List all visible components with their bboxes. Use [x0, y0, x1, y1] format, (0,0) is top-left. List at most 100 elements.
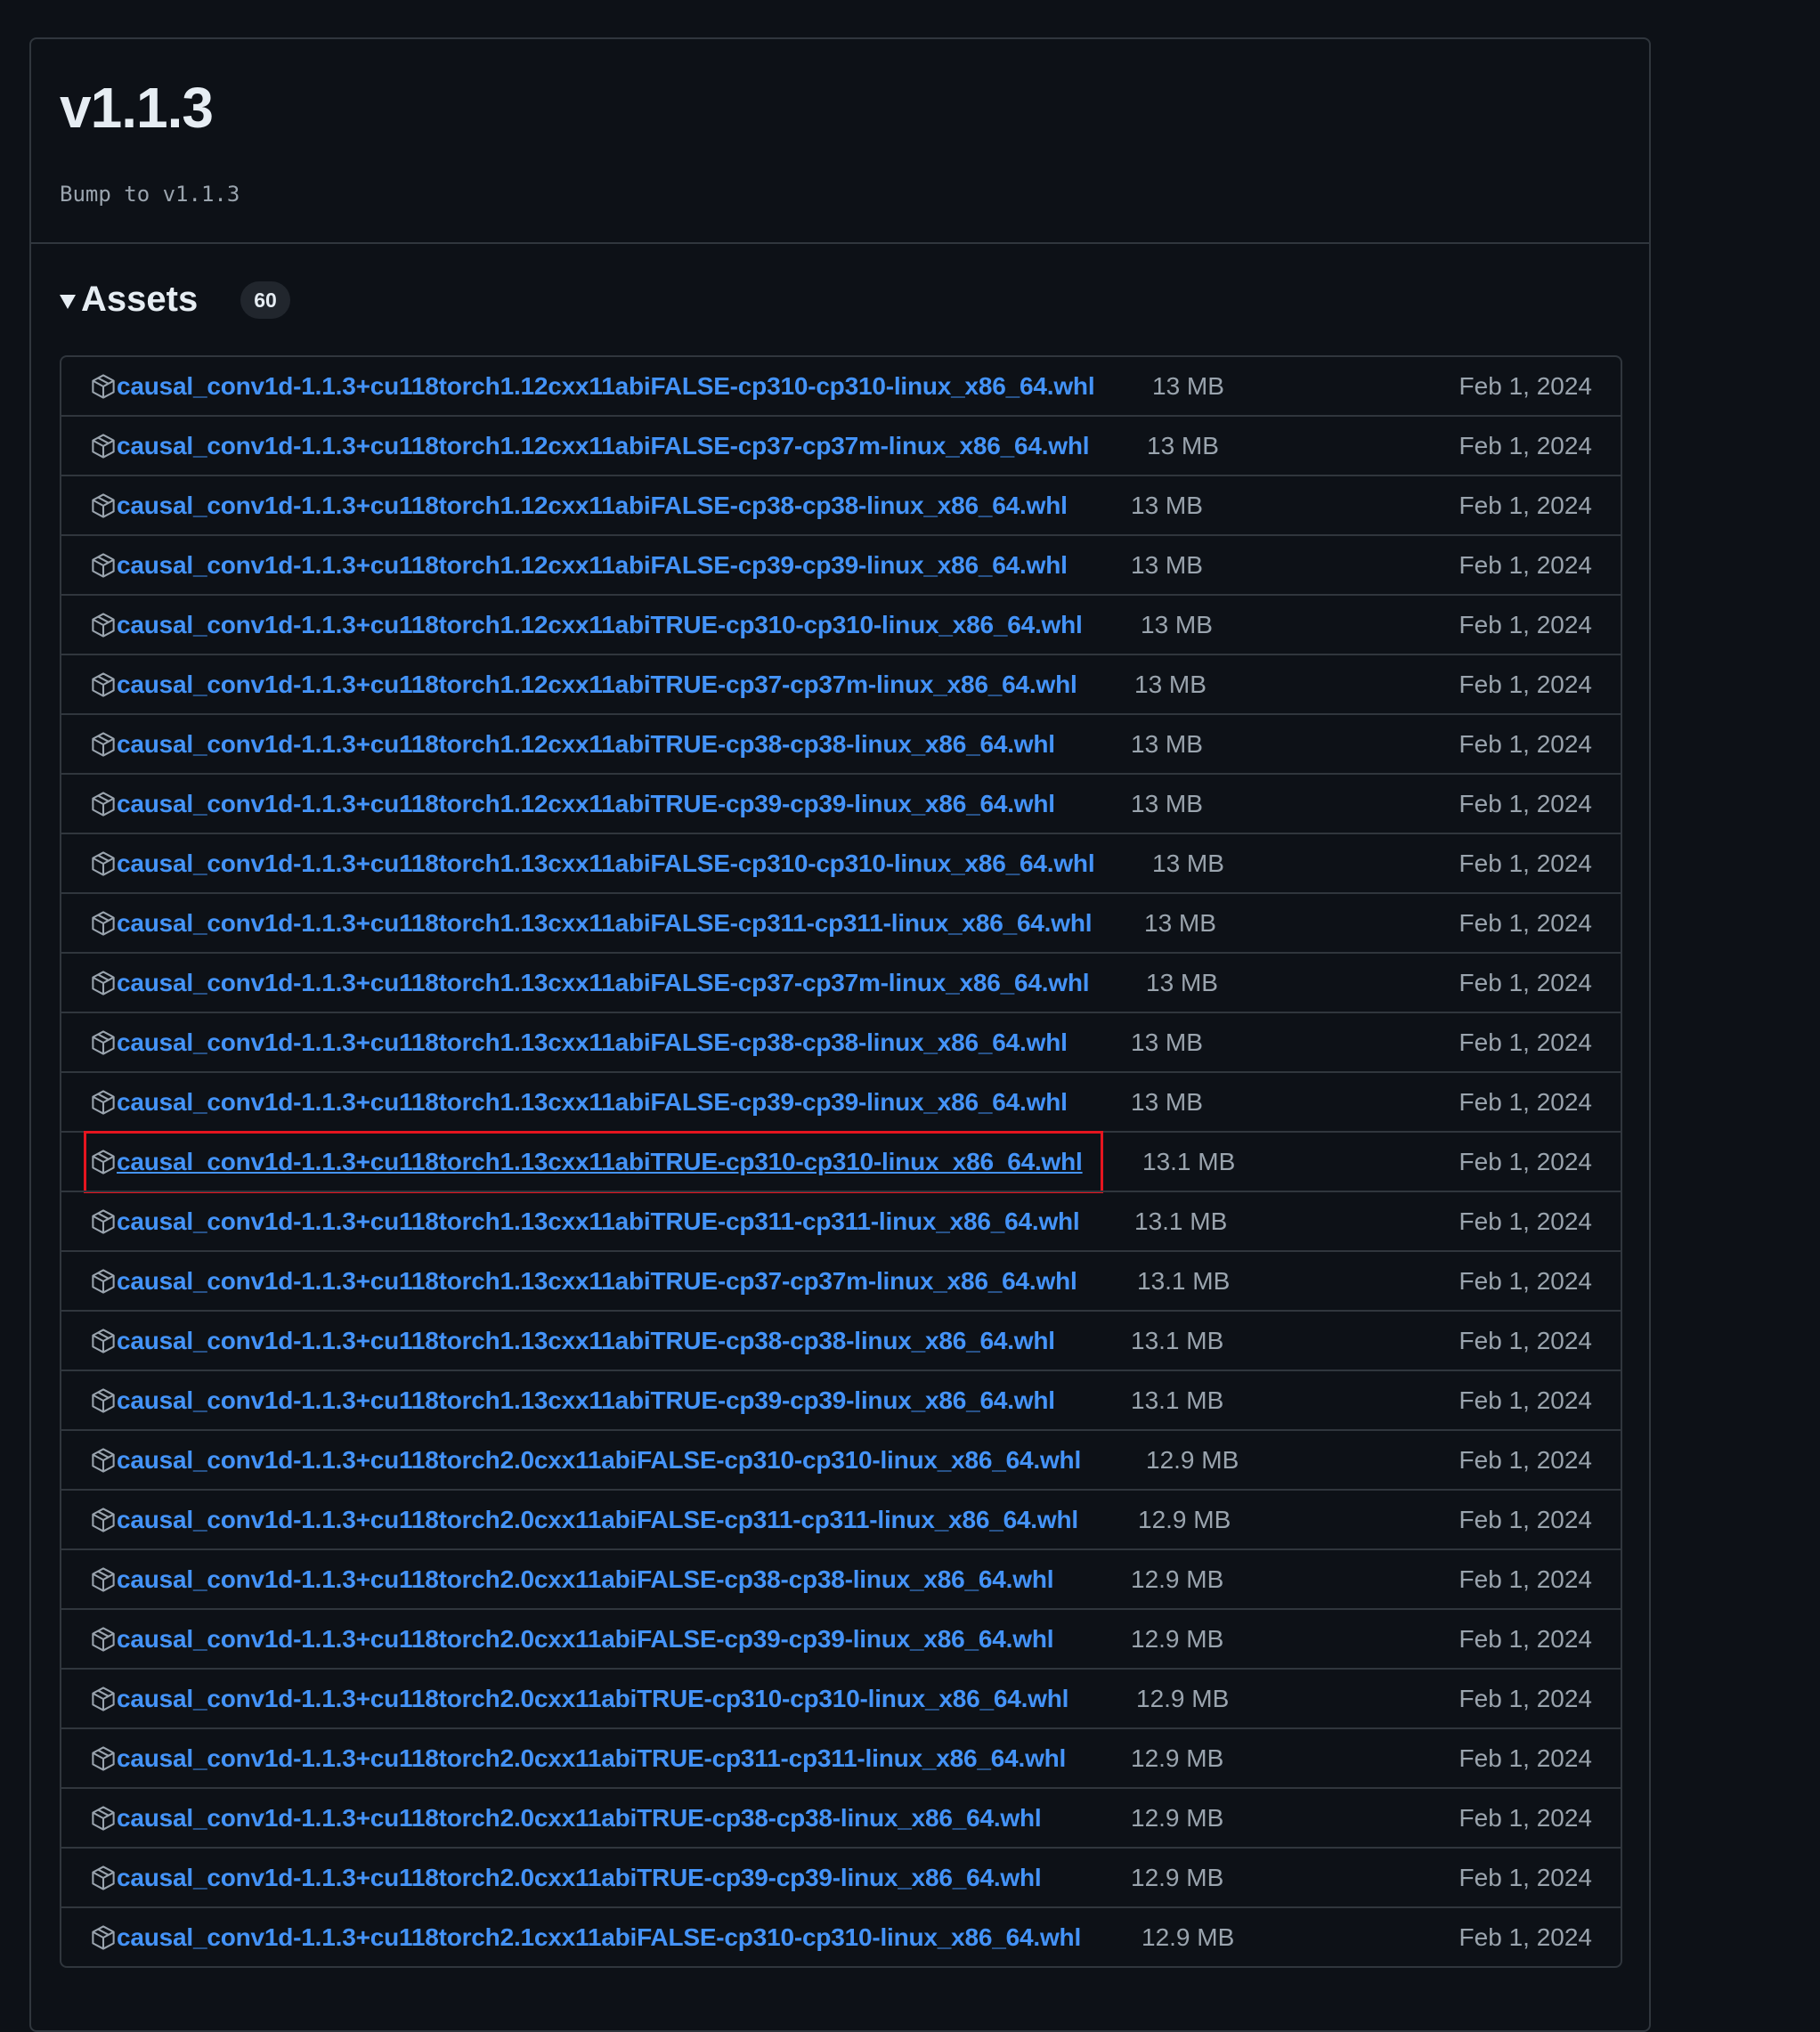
asset-size: 12.9 MB [1131, 1743, 1224, 1772]
asset-size: 12.9 MB [1131, 1863, 1224, 1891]
asset-date: Feb 1, 2024 [1458, 1028, 1592, 1056]
package-icon [90, 731, 117, 758]
asset-size: 13.1 MB [1134, 1207, 1228, 1235]
asset-download-link[interactable]: causal_conv1d-1.1.3+cu118torch1.13cxx11a… [117, 1028, 1068, 1057]
asset-row: causal_conv1d-1.1.3+cu118torch1.13cxx11a… [61, 1071, 1621, 1131]
asset-download-link[interactable]: causal_conv1d-1.1.3+cu118torch1.12cxx11a… [117, 492, 1068, 520]
asset-row: causal_conv1d-1.1.3+cu118torch1.13cxx11a… [61, 1250, 1621, 1310]
asset-row: causal_conv1d-1.1.3+cu118torch1.12cxx11a… [61, 357, 1621, 415]
asset-download-link[interactable]: causal_conv1d-1.1.3+cu118torch2.1cxx11ab… [117, 1923, 1081, 1952]
asset-link-wrap: causal_conv1d-1.1.3+cu118torch2.0cxx11ab… [90, 1670, 1068, 1727]
asset-size: 13 MB [1152, 371, 1224, 400]
asset-size: 13.1 MB [1131, 1386, 1224, 1414]
asset-download-link[interactable]: causal_conv1d-1.1.3+cu118torch1.13cxx11a… [117, 1088, 1068, 1117]
asset-row: causal_conv1d-1.1.3+cu118torch2.0cxx11ab… [61, 1489, 1621, 1548]
asset-link-wrap: causal_conv1d-1.1.3+cu118torch2.0cxx11ab… [90, 1729, 1066, 1787]
asset-date: Feb 1, 2024 [1458, 1266, 1592, 1295]
asset-download-link[interactable]: causal_conv1d-1.1.3+cu118torch2.0cxx11ab… [117, 1804, 1042, 1833]
asset-size: 13 MB [1141, 610, 1213, 638]
asset-date: Feb 1, 2024 [1458, 1803, 1592, 1832]
asset-link-wrap: causal_conv1d-1.1.3+cu118torch1.12cxx11a… [90, 417, 1090, 475]
asset-size: 13.1 MB [1137, 1266, 1231, 1295]
asset-download-link[interactable]: causal_conv1d-1.1.3+cu118torch1.13cxx11a… [117, 849, 1095, 878]
asset-date: Feb 1, 2024 [1458, 789, 1592, 817]
asset-date: Feb 1, 2024 [1458, 610, 1592, 638]
asset-download-link[interactable]: causal_conv1d-1.1.3+cu118torch1.13cxx11a… [117, 1327, 1055, 1355]
package-icon [90, 1686, 117, 1712]
asset-download-link[interactable]: causal_conv1d-1.1.3+cu118torch2.0cxx11ab… [117, 1685, 1068, 1713]
asset-download-link[interactable]: causal_conv1d-1.1.3+cu118torch1.12cxx11a… [117, 551, 1068, 580]
asset-download-link[interactable]: causal_conv1d-1.1.3+cu118torch2.0cxx11ab… [117, 1506, 1078, 1534]
asset-download-link[interactable]: causal_conv1d-1.1.3+cu118torch1.13cxx11a… [117, 1267, 1077, 1296]
asset-size: 13 MB [1131, 789, 1203, 817]
asset-size: 12.9 MB [1146, 1445, 1239, 1474]
asset-download-link[interactable]: causal_conv1d-1.1.3+cu118torch2.0cxx11ab… [117, 1625, 1054, 1654]
asset-link-wrap: causal_conv1d-1.1.3+cu118torch1.13cxx11a… [90, 894, 1093, 952]
asset-download-link[interactable]: causal_conv1d-1.1.3+cu118torch1.13cxx11a… [117, 1148, 1083, 1176]
asset-link-wrap: causal_conv1d-1.1.3+cu118torch1.12cxx11a… [90, 357, 1095, 415]
package-icon [90, 1328, 117, 1354]
asset-date: Feb 1, 2024 [1458, 1207, 1592, 1235]
asset-date: Feb 1, 2024 [1458, 491, 1592, 519]
package-icon [90, 1805, 117, 1832]
asset-download-link[interactable]: causal_conv1d-1.1.3+cu118torch1.13cxx11a… [117, 1207, 1080, 1236]
package-icon [90, 850, 117, 877]
package-icon [90, 373, 117, 400]
asset-row: causal_conv1d-1.1.3+cu118torch1.12cxx11a… [61, 594, 1621, 654]
package-icon [90, 1268, 117, 1295]
asset-date: Feb 1, 2024 [1458, 1743, 1592, 1772]
asset-size: 13 MB [1131, 550, 1203, 579]
package-icon [90, 1387, 117, 1414]
asset-link-wrap: causal_conv1d-1.1.3+cu118torch1.12cxx11a… [90, 655, 1077, 713]
asset-row: causal_conv1d-1.1.3+cu118torch1.13cxx11a… [61, 1310, 1621, 1370]
asset-date: Feb 1, 2024 [1458, 849, 1592, 877]
assets-toggle[interactable]: Assets 60 [60, 280, 290, 320]
asset-link-wrap: causal_conv1d-1.1.3+cu118torch1.13cxx11a… [90, 1073, 1068, 1131]
asset-link-wrap: causal_conv1d-1.1.3+cu118torch2.0cxx11ab… [90, 1431, 1081, 1489]
package-icon [90, 1447, 117, 1474]
asset-link-wrap: causal_conv1d-1.1.3+cu118torch2.0cxx11ab… [90, 1849, 1042, 1906]
asset-row: causal_conv1d-1.1.3+cu118torch2.0cxx11ab… [61, 1608, 1621, 1668]
asset-download-link[interactable]: causal_conv1d-1.1.3+cu118torch1.12cxx11a… [117, 611, 1083, 639]
asset-link-wrap: causal_conv1d-1.1.3+cu118torch1.13cxx11a… [90, 1013, 1068, 1071]
assets-list: causal_conv1d-1.1.3+cu118torch1.12cxx11a… [60, 355, 1622, 1968]
asset-row: causal_conv1d-1.1.3+cu118torch1.13cxx11a… [61, 892, 1621, 952]
asset-download-link[interactable]: causal_conv1d-1.1.3+cu118torch2.0cxx11ab… [117, 1744, 1066, 1773]
release-title[interactable]: v1.1.3 [60, 75, 214, 141]
asset-row: causal_conv1d-1.1.3+cu118torch2.0cxx11ab… [61, 1668, 1621, 1727]
asset-download-link[interactable]: causal_conv1d-1.1.3+cu118torch1.12cxx11a… [117, 730, 1055, 759]
asset-date: Feb 1, 2024 [1458, 1624, 1592, 1653]
asset-download-link[interactable]: causal_conv1d-1.1.3+cu118torch1.13cxx11a… [117, 909, 1093, 938]
asset-size: 13 MB [1146, 968, 1218, 996]
asset-size: 13 MB [1131, 729, 1203, 758]
asset-link-wrap: causal_conv1d-1.1.3+cu118torch1.12cxx11a… [90, 715, 1055, 773]
asset-link-wrap: causal_conv1d-1.1.3+cu118torch1.12cxx11a… [90, 476, 1068, 534]
assets-count-badge: 60 [240, 280, 290, 319]
asset-date: Feb 1, 2024 [1458, 908, 1592, 937]
asset-download-link[interactable]: causal_conv1d-1.1.3+cu118torch1.12cxx11a… [117, 790, 1055, 818]
package-icon [90, 1149, 117, 1175]
asset-size: 13 MB [1144, 908, 1216, 937]
caret-down-icon [60, 294, 76, 309]
asset-download-link[interactable]: causal_conv1d-1.1.3+cu118torch1.12cxx11a… [117, 432, 1090, 460]
asset-size: 12.9 MB [1136, 1684, 1230, 1712]
asset-size: 13 MB [1152, 849, 1224, 877]
asset-download-link[interactable]: causal_conv1d-1.1.3+cu118torch2.0cxx11ab… [117, 1446, 1081, 1475]
asset-download-link[interactable]: causal_conv1d-1.1.3+cu118torch2.0cxx11ab… [117, 1565, 1054, 1594]
asset-download-link[interactable]: causal_conv1d-1.1.3+cu118torch1.13cxx11a… [117, 1386, 1055, 1415]
asset-size: 12.9 MB [1131, 1803, 1224, 1832]
asset-link-wrap: causal_conv1d-1.1.3+cu118torch2.0cxx11ab… [90, 1550, 1054, 1608]
asset-date: Feb 1, 2024 [1458, 371, 1592, 400]
asset-download-link[interactable]: causal_conv1d-1.1.3+cu118torch1.12cxx11a… [117, 671, 1077, 699]
asset-download-link[interactable]: causal_conv1d-1.1.3+cu118torch1.13cxx11a… [117, 969, 1090, 997]
asset-link-highlighted: causal_conv1d-1.1.3+cu118torch1.13cxx11a… [84, 1131, 1103, 1193]
asset-size: 12.9 MB [1131, 1565, 1224, 1593]
package-icon [90, 1745, 117, 1772]
asset-download-link[interactable]: causal_conv1d-1.1.3+cu118torch1.12cxx11a… [117, 372, 1095, 401]
asset-row: causal_conv1d-1.1.3+cu118torch1.12cxx11a… [61, 654, 1621, 713]
asset-link-wrap: causal_conv1d-1.1.3+cu118torch1.13cxx11a… [90, 834, 1095, 892]
asset-size: 13 MB [1131, 1087, 1203, 1116]
asset-download-link[interactable]: causal_conv1d-1.1.3+cu118torch2.0cxx11ab… [117, 1864, 1042, 1892]
package-icon [90, 1865, 117, 1891]
asset-size: 13.1 MB [1142, 1147, 1236, 1175]
